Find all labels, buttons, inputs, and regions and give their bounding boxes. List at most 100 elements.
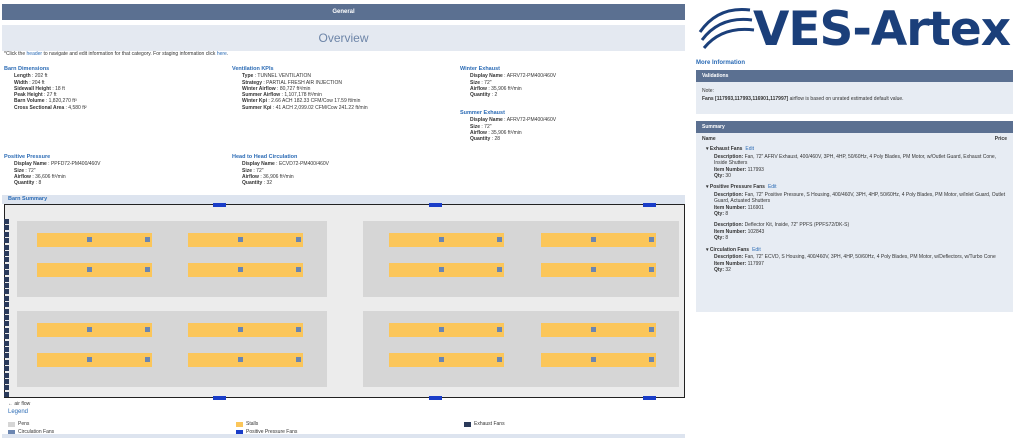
info-key: Winter Airflow [242, 85, 276, 92]
exhaust-fan [4, 263, 9, 269]
circulation-fan [497, 357, 502, 362]
exhaust-fan [4, 347, 9, 352]
edit-link[interactable]: Edit [752, 247, 761, 253]
validation-fans: Fans [117993,117993,116901,117997] [702, 96, 789, 102]
info-value: : 27 ft [42, 92, 57, 99]
positive-pressure-header[interactable]: Positive Pressure [4, 154, 100, 160]
hint-text: . [226, 51, 229, 57]
item-value: 32 [725, 266, 731, 273]
info-row: Quantity : 28 [460, 136, 556, 142]
stall [541, 263, 656, 277]
right-panel: VES-Artex More Information Validations N… [690, 0, 1024, 439]
validations-header[interactable]: Validations [696, 70, 1013, 82]
info-value: : 32 [262, 180, 273, 187]
info-value: : 36,906 ft³/min [258, 173, 294, 180]
stall [389, 233, 504, 247]
circulation-fan [439, 267, 444, 272]
positive-pressure-fan [213, 396, 226, 400]
info-value: : AFRV72-PM400/460V [502, 73, 557, 80]
circulation-fan [296, 267, 301, 272]
summary-item: Description: Fan, 72" Positive Pressure,… [702, 192, 1007, 218]
positive-pressure-fan [643, 203, 656, 207]
item-qty-line: Qty: 30 [714, 173, 1007, 179]
circulation-fan [145, 237, 150, 242]
info-key: Size [470, 79, 481, 86]
info-row: Summer Kpi : 41 ACH 2,099.02 CFM/Cow 241… [232, 105, 368, 111]
info-key: Type [242, 73, 254, 80]
info-value: : 28 [490, 136, 501, 143]
info-row: Quantity : 8 [4, 180, 100, 186]
airflow-indicator: ← air flow [8, 401, 31, 407]
info-key: Summer Kpi [242, 104, 272, 111]
exhaust-fan [4, 238, 9, 244]
circulation-fan [649, 357, 654, 362]
winter-exhaust-header[interactable]: Winter Exhaust [460, 66, 556, 72]
summary-header[interactable]: Summary [696, 121, 1013, 133]
item-qty-line: Qty: 8 [714, 235, 1007, 241]
stall [37, 323, 152, 337]
stall [188, 263, 303, 277]
circulation-fan [591, 237, 596, 242]
exhaust-swatch [464, 421, 471, 427]
exhaust-fan [4, 366, 9, 372]
info-value: : 1,107,178 ft³/min [280, 92, 322, 99]
page-title: Overview [2, 25, 685, 51]
summer-exhaust-section: Summer Exhaust Display Name : AFRV72-PM4… [460, 110, 556, 142]
header-link[interactable]: header [27, 51, 43, 57]
info-row: Quantity : 32 [232, 180, 329, 186]
edit-link[interactable]: Edit [745, 146, 754, 152]
item-desc-line: Description: Fan, 72" Positive Pressure,… [714, 192, 1007, 205]
circulation-fan [87, 267, 92, 272]
head-to-head-section: Head to Head Circulation Display Name : … [232, 154, 329, 186]
stall [188, 323, 303, 337]
ventilation-kpis-header[interactable]: Ventilation KPIs [232, 66, 368, 72]
item-label: Item Number: [714, 166, 747, 173]
head-to-head-header[interactable]: Head to Head Circulation [232, 154, 329, 160]
barn-layout [4, 203, 685, 400]
circulation-fan [296, 237, 301, 242]
legend-stalls: Stalls [236, 421, 258, 427]
circulation-fan [591, 357, 596, 362]
info-key: Strategy [242, 79, 263, 86]
circulation-fan [591, 327, 596, 332]
info-key: Airflow [470, 85, 487, 92]
exhaust-fan [4, 276, 9, 282]
item-label: Description: [714, 191, 744, 198]
group-name: Positive Pressure Fans [709, 184, 765, 191]
item-value: Fan, 72" AFRV Exhaust, 400/460V, 3PH, 4H… [714, 153, 997, 167]
barn-dimensions-header[interactable]: Barn Dimensions [4, 66, 87, 72]
legend-label: Pens [18, 421, 30, 427]
exhaust-fan [4, 231, 9, 237]
item-desc-line: Description: Fan, 72" AFRV Exhaust, 400/… [714, 154, 1007, 167]
exhaust-fan [4, 385, 9, 391]
info-value: : TUNNEL VENTILATION [253, 73, 312, 80]
stall [188, 353, 303, 367]
barn-summary-header[interactable]: Barn Summary [2, 195, 685, 204]
general-header[interactable]: General [2, 4, 685, 20]
positive-pressure-fan [643, 396, 656, 400]
circulation-fan [238, 327, 243, 332]
exhaust-fan [4, 283, 9, 288]
exhaust-fan [4, 321, 9, 327]
summary-group-title: ▾ Positive Pressure Fans Edit [702, 184, 1007, 190]
staging-link[interactable]: here [217, 51, 227, 57]
info-key: Display Name [242, 161, 275, 168]
info-key: Size [470, 123, 481, 130]
stall [389, 353, 504, 367]
edit-link[interactable]: Edit [768, 184, 777, 190]
stall [541, 353, 656, 367]
positive-pressure-fan [429, 203, 442, 207]
circulation-fan [497, 327, 502, 332]
info-key: Quantity [242, 180, 263, 187]
item-label: Item Number: [714, 204, 747, 211]
summer-exhaust-header[interactable]: Summer Exhaust [460, 110, 556, 116]
item-label: Qty: [714, 266, 724, 273]
info-value: : PARTIAL FRESH AIR INJECTION [262, 79, 342, 86]
item-value: 117997 [747, 260, 764, 267]
legend-pens: Pens [8, 421, 29, 427]
exhaust-fan [4, 244, 9, 250]
info-key: Sidewall Height [14, 85, 51, 92]
exhaust-fan [4, 270, 9, 276]
stall [37, 233, 152, 247]
summary-item: Description: Deflector Kit, Inside, 72" … [702, 222, 1007, 241]
